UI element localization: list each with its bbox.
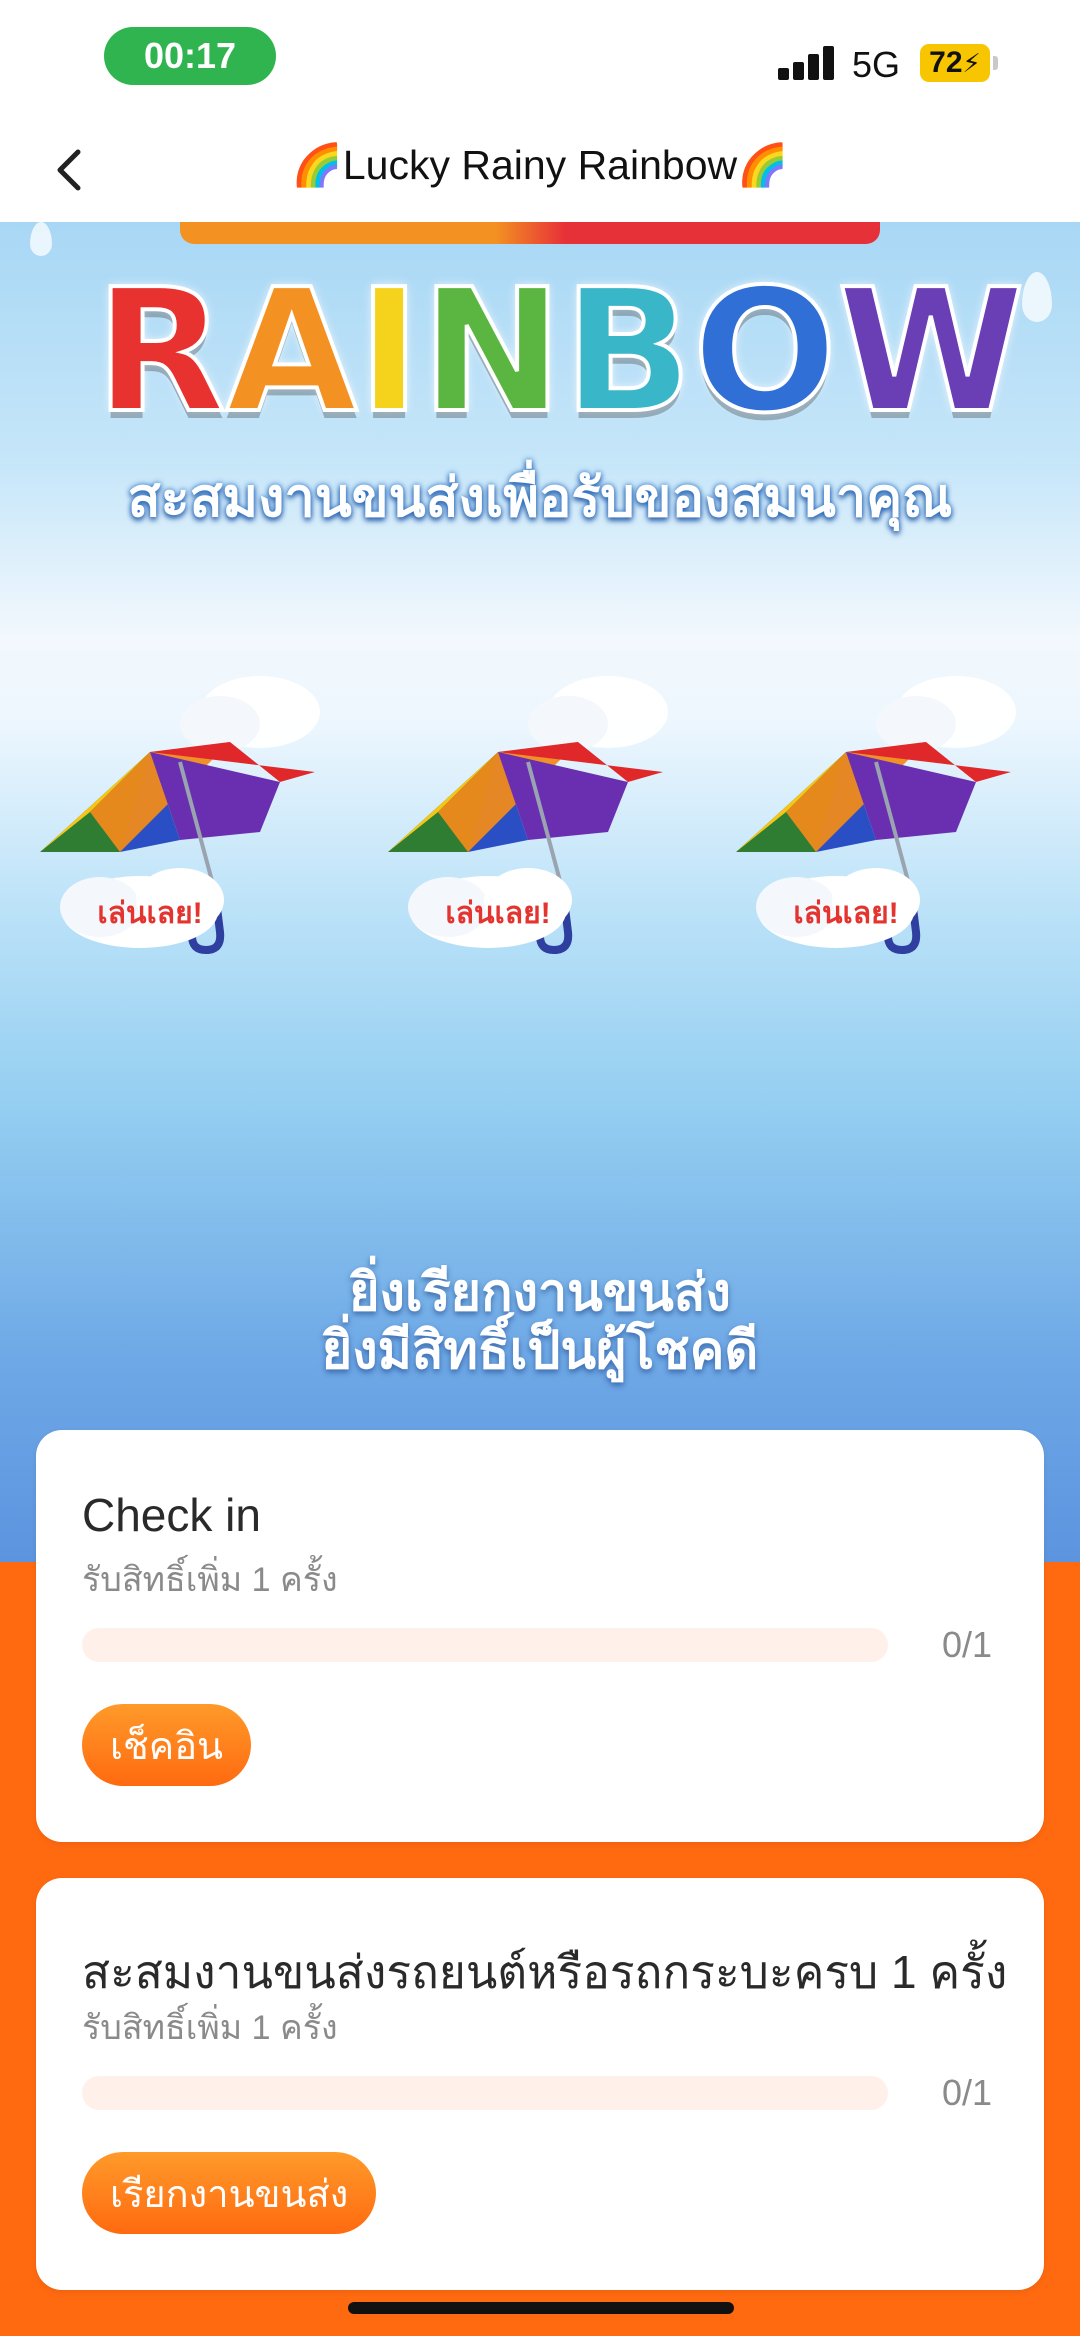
- play-now-label: เล่นเลย!: [445, 897, 551, 930]
- nav-bar: 🌈Lucky Rainy Rainbow🌈: [0, 120, 1080, 222]
- hero-subtitle: สะสมงานขนส่งเพื่อรับของสมนาคุณ: [127, 468, 953, 528]
- task-count: 0/1: [941, 2072, 992, 2113]
- task-progress-bar: [82, 2076, 888, 2110]
- logo-letter: N: [419, 253, 565, 451]
- raindrop-icon: [30, 222, 52, 256]
- battery-icon: 72 ⚡: [920, 44, 998, 82]
- task-card: สะสมงานขนส่งรถยนต์หรือรถกระบะครบ 1 ครั้ง…: [36, 1878, 1044, 2290]
- logo-letter: O: [691, 253, 840, 451]
- status-time: 00:17: [104, 27, 276, 85]
- task-subtitle: รับสิทธิ์เพิ่ม 1 ครั้ง: [82, 2009, 338, 2047]
- logo-top-strip: [180, 222, 880, 244]
- task-title: Check in: [82, 1489, 261, 1541]
- play-now-label: เล่นเลย!: [793, 897, 899, 930]
- umbrella-play-card[interactable]: เล่นเลย!: [726, 662, 1046, 982]
- umbrella-play-card[interactable]: เล่นเลย!: [30, 662, 350, 982]
- raindrop-icon: [1022, 272, 1052, 322]
- logo-letter: B: [561, 253, 695, 451]
- tagline-line-1: ยิ่งเรียกงานขนส่ง: [349, 1264, 731, 1322]
- task-subtitle: รับสิทธิ์เพิ่ม 1 ครั้ง: [82, 1561, 338, 1599]
- network-label: 5G: [852, 44, 901, 85]
- request-delivery-button[interactable]: เรียกงานขนส่ง: [82, 2152, 377, 2234]
- play-now-label: เล่นเลย!: [97, 897, 203, 930]
- logo-letter: W: [835, 253, 1027, 451]
- rainbow-logo: RAINBOW: [93, 253, 1027, 451]
- status-bar: 00:17 5G 72 ⚡: [0, 0, 1080, 120]
- umbrella-play-card[interactable]: เล่นเลย!: [378, 662, 698, 982]
- task-count: 0/1: [941, 1624, 992, 1665]
- hero-tagline: ยิ่งเรียกงานขนส่ง ยิ่งมีสิทธิ์เป็นผู้โชค…: [0, 1264, 1080, 1380]
- logo-letter: I: [355, 253, 422, 451]
- hero-banner: RAINBOW สะสมงานขนส่งเพื่อรับของสมนาคุณ เ…: [0, 222, 1080, 1562]
- logo-letter: A: [224, 253, 360, 451]
- checkin-button[interactable]: เช็คอิน: [82, 1704, 251, 1786]
- page-title: 🌈Lucky Rainy Rainbow🌈: [291, 142, 789, 188]
- task-title: สะสมงานขนส่งรถยนต์หรือรถกระบะครบ 1 ครั้ง: [82, 1946, 1008, 1998]
- logo-letter: R: [93, 253, 228, 451]
- battery-level: 72: [929, 46, 963, 79]
- task-progress-bar: [82, 1628, 888, 1662]
- tagline-line-2: ยิ่งมีสิทธิ์เป็นผู้โชคดี: [321, 1322, 759, 1380]
- task-card: Check in รับสิทธิ์เพิ่ม 1 ครั้ง 0/1 เช็ค…: [36, 1430, 1044, 1842]
- home-indicator: [348, 2302, 734, 2314]
- signal-icon: [778, 44, 838, 80]
